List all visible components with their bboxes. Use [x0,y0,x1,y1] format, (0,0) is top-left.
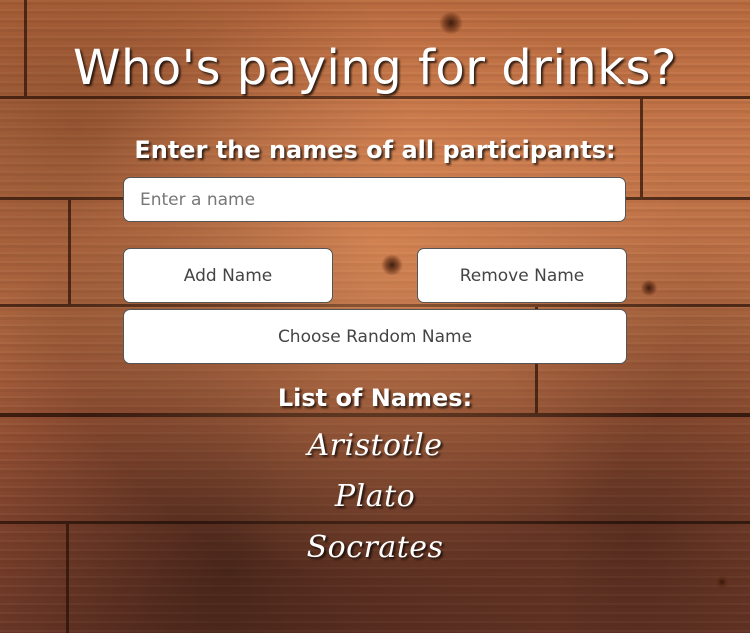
wood-plank-seam [68,200,71,304]
wood-knot [715,575,729,589]
list-item: Socrates [306,530,444,565]
remove-name-button[interactable]: Remove Name [417,248,627,303]
participants-instruction: Enter the names of all participants: [134,136,616,164]
names-list-heading: List of Names: [277,384,473,412]
list-item: Aristotle [307,428,443,463]
names-list: Aristotle Plato Socrates [0,424,750,577]
page-title: Who's paying for drinks? [73,40,677,96]
wood-knot [640,280,658,296]
name-input[interactable] [123,177,626,222]
list-item: Plato [334,479,416,514]
choose-random-name-button[interactable]: Choose Random Name [123,309,627,364]
wood-knot [380,255,404,275]
wood-knot [438,12,464,34]
add-name-button[interactable]: Add Name [123,248,333,303]
